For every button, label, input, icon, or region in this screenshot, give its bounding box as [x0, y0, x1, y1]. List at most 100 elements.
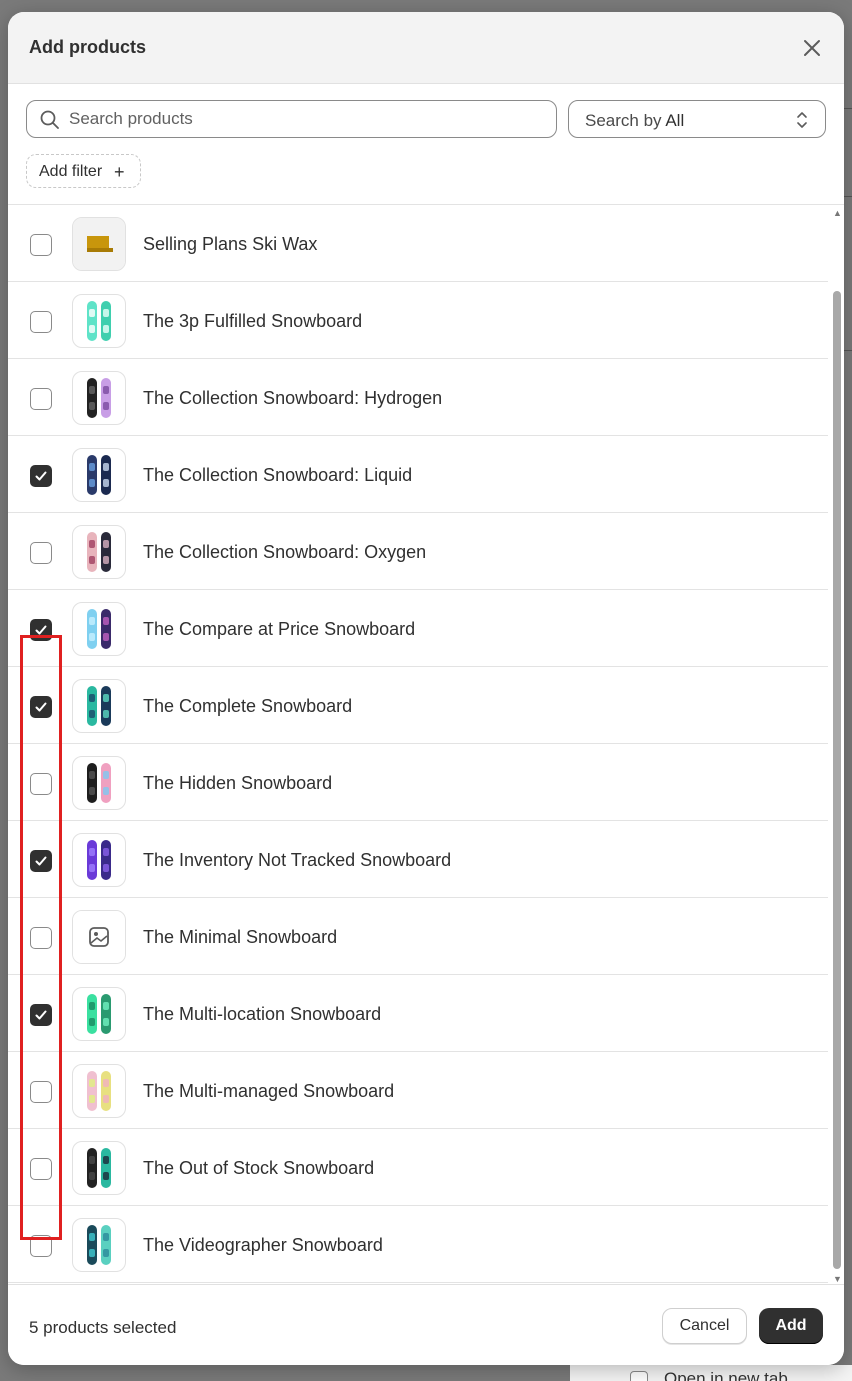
- product-title: The Collection Snowboard: Hydrogen: [143, 388, 443, 408]
- add-filter-button[interactable]: Add filter +: [26, 154, 141, 188]
- product-checkbox[interactable]: [30, 234, 52, 256]
- product-image-icon: [87, 301, 111, 341]
- product-image-icon: [87, 994, 111, 1034]
- product-thumbnail: [72, 910, 126, 964]
- product-title: The Out of Stock Snowboard: [143, 1158, 375, 1178]
- product-image-icon: [87, 609, 111, 649]
- product-row[interactable]: The Collection Snowboard: Hydrogen: [8, 359, 828, 436]
- product-image-icon: [87, 763, 111, 803]
- product-image-icon: [87, 840, 111, 880]
- product-title: The Collection Snowboard: Oxygen: [143, 542, 427, 562]
- product-checkbox[interactable]: [30, 619, 52, 641]
- product-thumbnail: [72, 833, 126, 887]
- product-image-icon: [87, 686, 111, 726]
- modal-title: Add products: [29, 37, 146, 57]
- product-row[interactable]: The Hidden Snowboard: [8, 744, 828, 821]
- search-by-value: All: [665, 111, 685, 130]
- product-title: The Inventory Not Tracked Snowboard: [143, 850, 452, 870]
- product-image-icon: [87, 1071, 111, 1111]
- product-title: The Minimal Snowboard: [143, 927, 338, 947]
- product-row[interactable]: The Minimal Snowboard: [8, 898, 828, 975]
- close-icon: [804, 40, 820, 56]
- modal-footer: 5 products selected Cancel Add: [8, 1284, 844, 1365]
- scroll-up-arrow-icon[interactable]: ▲: [833, 209, 842, 218]
- product-title: The 3p Fulfilled Snowboard: [143, 311, 363, 331]
- product-checkbox[interactable]: [30, 927, 52, 949]
- product-row[interactable]: Selling Plans Ski Wax: [8, 205, 828, 282]
- product-thumbnail: [72, 525, 126, 579]
- product-title: The Multi-location Snowboard: [143, 1004, 382, 1024]
- modal-header: Add products: [8, 12, 844, 84]
- product-thumbnail: [72, 294, 126, 348]
- product-row[interactable]: The Multi-location Snowboard: [8, 975, 828, 1052]
- add-filter-label: Add filter: [39, 163, 103, 180]
- product-row[interactable]: The Collection Snowboard: Oxygen: [8, 513, 828, 590]
- search-icon: [40, 110, 59, 129]
- search-field[interactable]: [26, 100, 557, 138]
- product-image-icon: [87, 455, 111, 495]
- product-thumbnail: [72, 1218, 126, 1272]
- product-checkbox[interactable]: [30, 465, 52, 487]
- search-toolbar: Search by All Add filter +: [8, 84, 844, 204]
- product-title: Selling Plans Ski Wax: [143, 234, 318, 254]
- product-image-icon: [87, 1148, 111, 1188]
- scrollbar-thumb[interactable]: [833, 291, 841, 1269]
- product-row[interactable]: The Compare at Price Snowboard: [8, 590, 828, 667]
- product-thumbnail: [72, 371, 126, 425]
- search-by-label: Search by All: [585, 111, 685, 130]
- product-thumbnail: [72, 602, 126, 656]
- scroll-down-arrow-icon[interactable]: ▼: [833, 1275, 842, 1284]
- search-input[interactable]: [69, 101, 549, 137]
- product-row[interactable]: The 3p Fulfilled Snowboard: [8, 282, 828, 359]
- product-checkbox[interactable]: [30, 1235, 52, 1257]
- add-button[interactable]: Add: [759, 1308, 823, 1344]
- product-row[interactable]: The Multi-managed Snowboard: [8, 1052, 828, 1129]
- plus-icon: +: [114, 162, 125, 182]
- product-title: The Collection Snowboard: Liquid: [143, 465, 413, 485]
- product-checkbox[interactable]: [30, 773, 52, 795]
- product-image-icon: [73, 911, 125, 963]
- product-row[interactable]: The Collection Snowboard: Liquid: [8, 436, 828, 513]
- product-checkbox[interactable]: [30, 850, 52, 872]
- product-thumbnail: [72, 756, 126, 810]
- product-checkbox[interactable]: [30, 388, 52, 410]
- product-row[interactable]: The Out of Stock Snowboard: [8, 1129, 828, 1206]
- background-page-peek: Open in new tab: [570, 1365, 852, 1381]
- product-checkbox[interactable]: [30, 696, 52, 718]
- background-checkbox: [630, 1371, 648, 1381]
- product-row[interactable]: The Complete Snowboard: [8, 667, 828, 744]
- product-title: The Compare at Price Snowboard: [143, 619, 416, 639]
- product-thumbnail: [72, 1064, 126, 1118]
- cancel-button[interactable]: Cancel: [662, 1308, 747, 1344]
- chevron-up-down-icon: [797, 112, 807, 128]
- add-products-modal: Add products Search by All Add filter +: [8, 12, 844, 1365]
- product-thumbnail: [72, 448, 126, 502]
- close-button[interactable]: [800, 36, 824, 60]
- checkmark-icon: [35, 625, 47, 635]
- product-title: The Hidden Snowboard: [143, 773, 333, 793]
- checkmark-icon: [35, 702, 47, 712]
- product-thumbnail: [72, 679, 126, 733]
- product-title: The Complete Snowboard: [143, 696, 353, 716]
- product-title: The Multi-managed Snowboard: [143, 1081, 395, 1101]
- product-checkbox[interactable]: [30, 1081, 52, 1103]
- scrollbar[interactable]: ▲ ▼: [830, 205, 844, 1284]
- product-checkbox[interactable]: [30, 1004, 52, 1026]
- checkmark-icon: [35, 1010, 47, 1020]
- product-title: The Videographer Snowboard: [143, 1235, 383, 1255]
- product-image-icon: [73, 218, 125, 270]
- background-text: Open in new tab: [664, 1369, 788, 1381]
- checkmark-icon: [35, 471, 47, 481]
- product-image-icon: [87, 532, 111, 572]
- search-by-select[interactable]: Search by All: [568, 100, 826, 138]
- product-row[interactable]: The Inventory Not Tracked Snowboard: [8, 821, 828, 898]
- product-checkbox[interactable]: [30, 1158, 52, 1180]
- product-thumbnail: [72, 217, 126, 271]
- checkmark-icon: [35, 856, 47, 866]
- selected-count: 5 products selected: [29, 1318, 177, 1337]
- product-checkbox[interactable]: [30, 311, 52, 333]
- product-checkbox[interactable]: [30, 542, 52, 564]
- product-thumbnail: [72, 987, 126, 1041]
- product-list: Selling Plans Ski Wax The 3p Fulfilled Sn…: [8, 204, 844, 1284]
- product-row[interactable]: The Videographer Snowboard: [8, 1206, 828, 1283]
